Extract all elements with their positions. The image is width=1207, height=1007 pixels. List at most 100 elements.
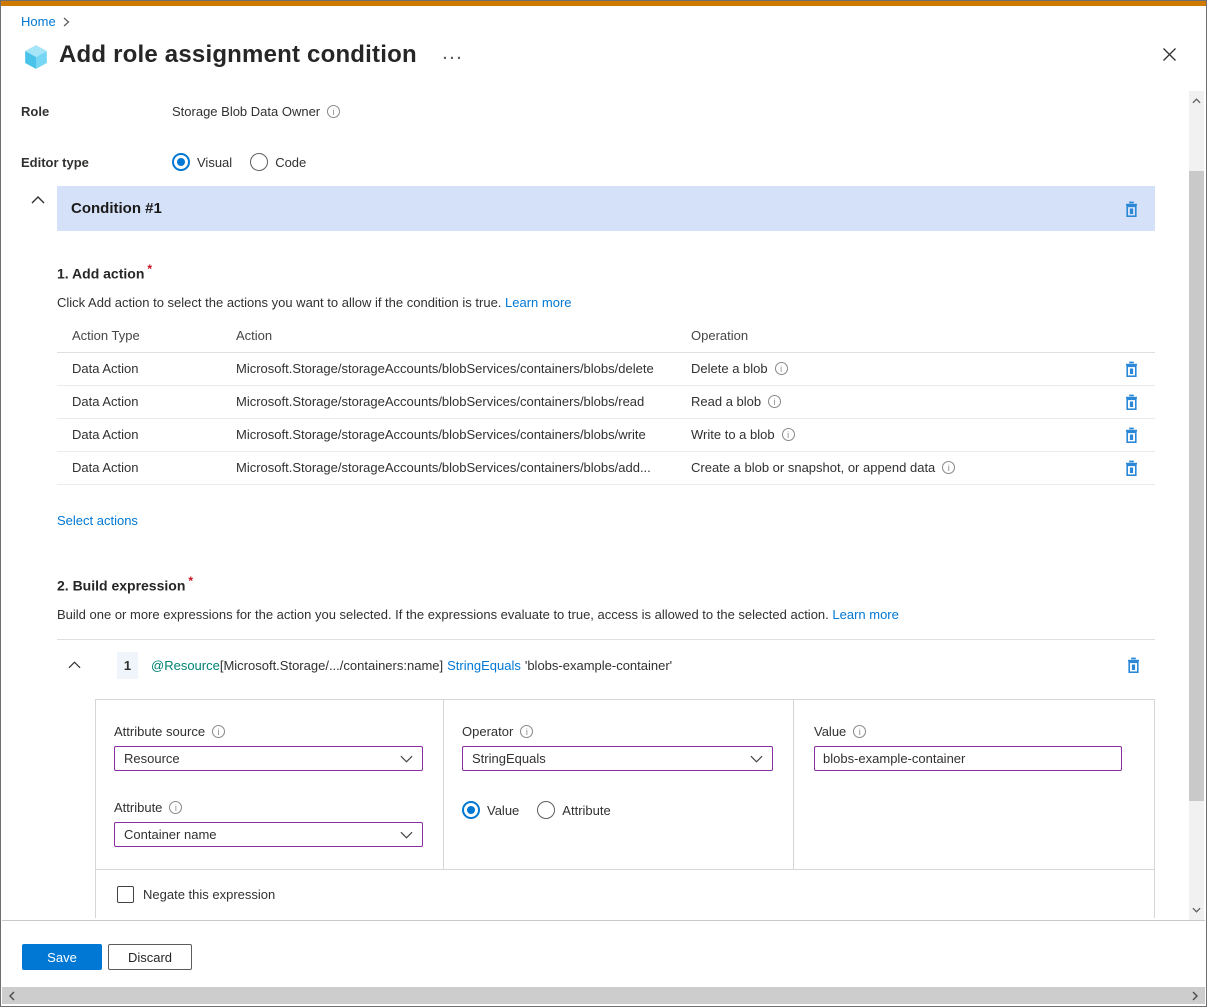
- row-delete-button[interactable]: [1122, 359, 1141, 379]
- radio-selected-icon: [172, 153, 190, 171]
- page-header: Add role assignment condition ···: [21, 40, 1206, 70]
- cell-action-type: Data Action: [72, 394, 236, 409]
- row-delete-button[interactable]: [1122, 458, 1141, 478]
- operator-dropdown[interactable]: StringEquals: [462, 746, 773, 771]
- expression-index-badge: 1: [117, 652, 138, 679]
- value-radio[interactable]: Value: [462, 801, 519, 819]
- main-content: Role Storage Blob Data Owner Editor type…: [2, 91, 1188, 920]
- expression-builder-grid: Attribute source Resource Attribute Cont…: [96, 700, 1154, 870]
- save-button[interactable]: Save: [22, 944, 102, 970]
- trash-icon: [1124, 460, 1139, 476]
- negate-label: Negate this expression: [143, 887, 275, 902]
- value-attribute-radio-group: Value Attribute: [462, 801, 773, 819]
- negate-expression-row: Negate this expression: [96, 870, 1154, 918]
- value-info-icon[interactable]: [853, 725, 866, 738]
- attribute-info-icon[interactable]: [169, 801, 182, 814]
- cell-action-type: Data Action: [72, 427, 236, 442]
- cell-action-type: Data Action: [72, 361, 236, 376]
- add-action-learn-more-link[interactable]: Learn more: [505, 295, 571, 310]
- build-expression-heading: 2. Build expression*: [57, 574, 1155, 594]
- build-expression-description-text: Build one or more expressions for the ac…: [57, 607, 829, 622]
- operator-value: StringEquals: [472, 751, 750, 766]
- role-info-icon[interactable]: [327, 105, 340, 118]
- editor-type-label: Editor type: [21, 155, 172, 170]
- cell-action: Microsoft.Storage/storageAccounts/blobSe…: [236, 460, 691, 475]
- editor-type-radio-group: Visual Code: [172, 153, 306, 171]
- expression-summary-row: 1 @Resource[Microsoft.Storage/.../contai…: [21, 648, 1155, 682]
- cell-operation: Write to a blob: [691, 427, 775, 442]
- radio-unselected-icon: [250, 153, 268, 171]
- scroll-right-icon[interactable]: [1187, 987, 1203, 1004]
- negate-checkbox[interactable]: [117, 886, 134, 903]
- trash-icon: [1124, 427, 1139, 443]
- attribute-source-label: Attribute source: [114, 724, 205, 739]
- value-column: Value: [794, 700, 1154, 869]
- value-field: Value: [814, 724, 1122, 771]
- cell-action: Microsoft.Storage/storageAccounts/blobSe…: [236, 361, 691, 376]
- scroll-left-icon[interactable]: [4, 987, 20, 1004]
- cell-action: Microsoft.Storage/storageAccounts/blobSe…: [236, 394, 691, 409]
- expression-operator-part: StringEquals: [447, 658, 521, 673]
- condition-header: Condition #1: [21, 186, 1155, 231]
- expression-delete-button[interactable]: [1124, 655, 1143, 675]
- actions-table: Action Type Action Operation Data Action…: [57, 320, 1155, 485]
- build-expression-learn-more-link[interactable]: Learn more: [832, 607, 898, 622]
- scroll-up-icon[interactable]: [1189, 93, 1204, 109]
- expression-value-part: 'blobs-example-container': [525, 658, 672, 673]
- build-expression-description: Build one or more expressions for the ac…: [57, 607, 1155, 622]
- discard-button[interactable]: Discard: [108, 944, 192, 970]
- actions-table-header: Action Type Action Operation: [57, 320, 1155, 353]
- horizontal-scrollbar[interactable]: [2, 987, 1205, 1004]
- operation-info-icon[interactable]: [782, 428, 795, 441]
- select-actions-link[interactable]: Select actions: [57, 513, 138, 528]
- table-row: Data Action Microsoft.Storage/storageAcc…: [57, 452, 1155, 485]
- condition-collapse-button[interactable]: [21, 186, 57, 231]
- condition-delete-button[interactable]: [1122, 199, 1141, 219]
- value-label: Value: [814, 724, 846, 739]
- vertical-scrollbar-thumb[interactable]: [1189, 171, 1204, 801]
- condition-title: Condition #1: [71, 200, 162, 217]
- radio-unselected-icon: [537, 801, 555, 819]
- value-input[interactable]: [814, 746, 1122, 771]
- condition-cube-icon: [23, 44, 49, 70]
- operation-info-icon[interactable]: [768, 395, 781, 408]
- chevron-down-icon: [400, 755, 413, 763]
- row-delete-button[interactable]: [1122, 392, 1141, 412]
- required-asterisk: *: [147, 262, 152, 276]
- editor-type-visual-radio[interactable]: Visual: [172, 153, 232, 171]
- operator-info-icon[interactable]: [520, 725, 533, 738]
- add-action-heading: 1. Add action*: [57, 262, 1155, 282]
- attribute-source-dropdown[interactable]: Resource: [114, 746, 423, 771]
- chevron-up-icon: [31, 196, 45, 204]
- expression-collapse-button[interactable]: [68, 661, 94, 669]
- attribute-dropdown[interactable]: Container name: [114, 822, 423, 847]
- expression-builder-panel: Attribute source Resource Attribute Cont…: [95, 699, 1155, 918]
- vertical-scrollbar[interactable]: [1189, 91, 1204, 920]
- role-label: Role: [21, 104, 172, 119]
- radio-selected-icon: [462, 801, 480, 819]
- chevron-right-icon: [62, 17, 70, 27]
- expression-text: @Resource[Microsoft.Storage/.../containe…: [151, 658, 672, 673]
- operation-info-icon[interactable]: [942, 461, 955, 474]
- cell-operation: Read a blob: [691, 394, 761, 409]
- row-delete-button[interactable]: [1122, 425, 1141, 445]
- editor-type-code-radio[interactable]: Code: [250, 153, 306, 171]
- breadcrumb-home-link[interactable]: Home: [21, 14, 56, 29]
- editor-type-row: Editor type Visual Code: [21, 153, 1155, 171]
- condition-title-bar: Condition #1: [57, 186, 1155, 231]
- cell-operation: Delete a blob: [691, 361, 768, 376]
- attribute-source-info-icon[interactable]: [212, 725, 225, 738]
- footer-bar: Save Discard: [2, 920, 1205, 987]
- close-icon[interactable]: [1160, 45, 1178, 63]
- editor-type-code-label: Code: [275, 155, 306, 170]
- cell-action: Microsoft.Storage/storageAccounts/blobSe…: [236, 427, 691, 442]
- more-options-icon[interactable]: ···: [443, 50, 464, 67]
- attribute-source-value: Resource: [124, 751, 400, 766]
- page-title: Add role assignment condition: [59, 41, 417, 69]
- attribute-radio[interactable]: Attribute: [537, 801, 610, 819]
- scroll-down-icon[interactable]: [1189, 902, 1204, 918]
- window-accent-bar: [1, 1, 1206, 6]
- operation-info-icon[interactable]: [775, 362, 788, 375]
- add-action-heading-text: 1. Add action: [57, 266, 144, 282]
- table-row: Data Action Microsoft.Storage/storageAcc…: [57, 353, 1155, 386]
